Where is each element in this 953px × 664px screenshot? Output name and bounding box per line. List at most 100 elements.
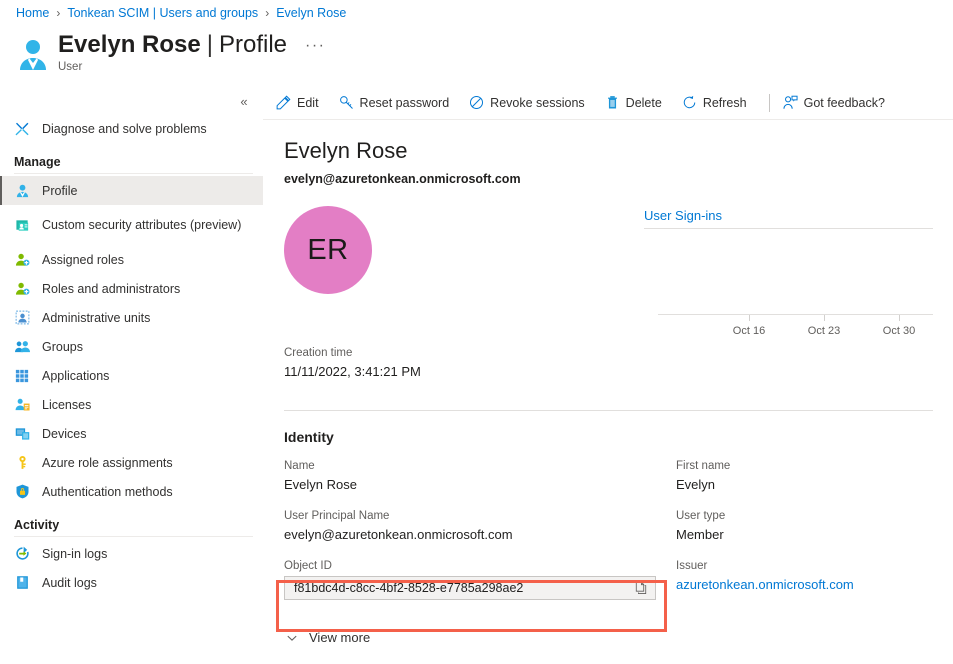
sidebar-item-label: Assigned roles <box>42 253 124 267</box>
delete-button[interactable]: Delete <box>605 90 671 116</box>
command-label: Delete <box>626 96 662 110</box>
field-value: evelyn@azuretonkean.onmicrosoft.com <box>284 526 676 543</box>
shield-lock-icon <box>14 484 30 500</box>
user-role-icon <box>14 252 30 268</box>
edit-button[interactable]: Edit <box>276 90 328 116</box>
identity-right-column: First name Evelyn User type Member Issue… <box>676 459 933 616</box>
more-menu-button[interactable]: ··· <box>305 37 325 53</box>
sidebar-group-divider <box>14 536 253 537</box>
object-id-field: Object ID f81bdc4d-c8cc-4bf2-8528-e7785a… <box>284 559 676 600</box>
sidebar-item-roles-and-administrators[interactable]: Roles and administrators <box>0 274 263 303</box>
got-feedback-button[interactable]: Got feedback? <box>783 90 894 116</box>
issuer-link[interactable]: azuretonkean.onmicrosoft.com <box>676 576 933 593</box>
sidebar-item-applications[interactable]: Applications <box>0 361 263 390</box>
object-id-readonly-input[interactable]: f81bdc4d-c8cc-4bf2-8528-e7785a298ae2 <box>284 576 656 600</box>
field-label: Object ID <box>284 559 676 573</box>
sidebar-item-groups[interactable]: Groups <box>0 332 263 361</box>
profile-display-name: Evelyn Rose <box>284 138 933 164</box>
audit-book-icon <box>14 575 30 591</box>
chart-tick <box>749 315 750 321</box>
chevron-down-icon <box>284 630 299 645</box>
chart-x-axis <box>658 314 933 315</box>
page-subtitle: User <box>58 61 325 73</box>
copy-icon[interactable] <box>632 580 649 597</box>
page-title-section: Profile <box>219 30 287 60</box>
groups-icon <box>14 339 30 355</box>
sidebar-item-custom-security-attributes[interactable]: Custom security attributes (preview) <box>0 205 263 245</box>
sidebar-item-label: Diagnose and solve problems <box>42 122 207 136</box>
user-signins-link[interactable]: User Sign-ins <box>644 208 933 228</box>
object-id-value: f81bdc4d-c8cc-4bf2-8528-e7785a298ae2 <box>294 581 632 595</box>
view-more-button[interactable]: View more <box>284 630 396 645</box>
breadcrumb-separator: › <box>56 6 60 20</box>
sidebar-item-assigned-roles[interactable]: Assigned roles <box>0 245 263 274</box>
field-value: 11/11/2022, 3:41:21 PM <box>284 363 644 380</box>
sidebar: « Diagnose and solve problems Manage <box>0 86 263 664</box>
breadcrumb: Home › Tonkean SCIM | Users and groups ›… <box>16 6 346 20</box>
sidebar-item-administrative-units[interactable]: Administrative units <box>0 303 263 332</box>
user-profile-icon <box>14 183 30 199</box>
sidebar-item-label: Custom security attributes (preview) <box>42 218 241 232</box>
sidebar-group-manage-title: Manage <box>0 155 263 169</box>
chart-tick-label: Oct 16 <box>733 325 765 337</box>
device-icon <box>14 426 30 442</box>
page-title-divider: | <box>207 30 213 60</box>
field-value: Member <box>676 526 933 543</box>
command-bar: Edit Reset password Re <box>263 86 953 120</box>
user-type-field: User type Member <box>676 509 933 543</box>
sidebar-item-label: Profile <box>42 184 77 198</box>
user-signins-chart: Oct 16 Oct 23 Oct 30 <box>644 233 933 333</box>
sidebar-item-label: Devices <box>42 427 86 441</box>
key-icon <box>14 455 30 471</box>
creation-time-field: Creation time 11/11/2022, 3:41:21 PM <box>284 346 644 380</box>
field-value: Evelyn Rose <box>284 476 676 493</box>
field-label: User type <box>676 509 933 523</box>
sidebar-item-devices[interactable]: Devices <box>0 419 263 448</box>
block-circle-icon <box>469 95 484 110</box>
revoke-sessions-button[interactable]: Revoke sessions <box>469 90 594 116</box>
user-icon <box>16 36 50 70</box>
main-content: Edit Reset password Re <box>263 86 953 664</box>
wrench-icon <box>14 121 30 137</box>
first-name-field: First name Evelyn <box>676 459 933 493</box>
sidebar-item-sign-in-logs[interactable]: Sign-in logs <box>0 539 263 568</box>
applications-grid-icon <box>14 368 30 384</box>
trash-icon <box>605 95 620 110</box>
sidebar-item-label: Administrative units <box>42 311 150 325</box>
admin-unit-icon <box>14 310 30 326</box>
signin-arrow-icon <box>14 546 30 562</box>
command-label: Reset password <box>360 96 450 110</box>
sidebar-item-profile[interactable]: Profile <box>0 176 263 205</box>
breadcrumb-item-home[interactable]: Home <box>16 6 49 20</box>
refresh-button[interactable]: Refresh <box>682 90 756 116</box>
page-title-name: Evelyn Rose <box>58 30 201 60</box>
command-label: Got feedback? <box>804 96 885 110</box>
chart-tick <box>824 315 825 321</box>
sidebar-item-authentication-methods[interactable]: Authentication methods <box>0 477 263 506</box>
profile-upn-header: evelyn@azuretonkean.onmicrosoft.com <box>284 172 933 186</box>
command-label: Revoke sessions <box>490 96 585 110</box>
command-label: Refresh <box>703 96 747 110</box>
reset-password-button[interactable]: Reset password <box>339 90 459 116</box>
field-label: First name <box>676 459 933 473</box>
sidebar-item-label: Authentication methods <box>42 485 173 499</box>
pencil-icon <box>276 95 291 110</box>
sidebar-item-azure-role-assignments[interactable]: Azure role assignments <box>0 448 263 477</box>
user-role-icon <box>14 281 30 297</box>
field-label: Creation time <box>284 346 644 360</box>
sidebar-item-label: Groups <box>42 340 83 354</box>
sidebar-item-licenses[interactable]: Licenses <box>0 390 263 419</box>
name-field: Name Evelyn Rose <box>284 459 676 493</box>
breadcrumb-item-users-and-groups[interactable]: Tonkean SCIM | Users and groups <box>67 6 258 20</box>
field-label: User Principal Name <box>284 509 676 523</box>
identity-heading: Identity <box>284 429 933 445</box>
page-title-row: Evelyn Rose | Profile ··· User <box>16 30 325 73</box>
user-principal-name-field: User Principal Name evelyn@azuretonkean.… <box>284 509 676 543</box>
sidebar-item-label: Azure role assignments <box>42 456 173 470</box>
sidebar-collapse-icon[interactable]: « <box>233 90 255 112</box>
sidebar-item-diagnose[interactable]: Diagnose and solve problems <box>0 114 263 143</box>
page-title: Evelyn Rose | Profile ··· <box>58 30 325 60</box>
breadcrumb-item-current-user[interactable]: Evelyn Rose <box>276 6 346 20</box>
sidebar-item-audit-logs[interactable]: Audit logs <box>0 568 263 597</box>
sidebar-group-divider <box>14 173 253 174</box>
